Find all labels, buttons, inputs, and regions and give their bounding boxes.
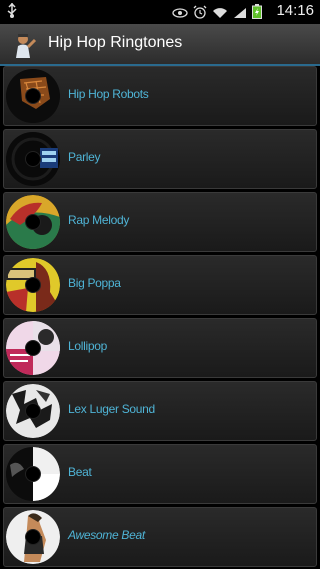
ringtone-label: Big Poppa <box>68 276 121 290</box>
battery-icon <box>252 4 262 23</box>
wifi-icon <box>212 4 228 23</box>
ringtone-item-lollipop[interactable]: Lollipop <box>3 318 317 378</box>
ringtone-label: Beat <box>68 465 92 479</box>
signal-icon <box>233 4 247 23</box>
album-art-icon <box>6 447 60 501</box>
album-art-icon <box>6 510 60 564</box>
album-art-icon <box>6 321 60 375</box>
action-bar: Hip Hop Ringtones <box>0 24 320 66</box>
ringtone-item-lex-luger-sound[interactable]: Lex Luger Sound <box>3 381 317 441</box>
ringtone-item-beat[interactable]: Beat <box>3 444 317 504</box>
ringtone-label: Rap Melody <box>68 213 130 227</box>
album-art-icon <box>6 132 60 186</box>
ringtone-item-awesome-beat[interactable]: Awesome Beat <box>3 507 317 567</box>
eye-icon <box>172 4 188 23</box>
ringtone-item-big-poppa[interactable]: Big Poppa <box>3 255 317 315</box>
ringtone-label: Hip Hop Robots <box>68 87 149 101</box>
album-art-icon <box>6 195 60 249</box>
ringtone-label: Lollipop <box>68 339 107 353</box>
usb-icon <box>7 2 17 23</box>
ringtone-label: Parley <box>68 150 101 164</box>
ringtone-list: Hip Hop Robots Parley Rap Melody Big Pop… <box>0 66 320 569</box>
alarm-icon <box>193 4 207 23</box>
album-art-icon <box>6 384 60 438</box>
status-bar: 14:16 <box>0 0 320 24</box>
ringtone-item-rap-melody[interactable]: Rap Melody <box>3 192 317 252</box>
ringtone-item-hip-hop-robots[interactable]: Hip Hop Robots <box>3 66 317 126</box>
clock: 14:16 <box>276 2 314 19</box>
album-art-icon <box>6 258 60 312</box>
ringtone-label: Awesome Beat <box>68 528 145 542</box>
album-art-icon <box>6 69 60 123</box>
page-title: Hip Hop Ringtones <box>48 34 183 51</box>
ringtone-label: Lex Luger Sound <box>68 402 155 416</box>
app-icon[interactable] <box>10 30 38 58</box>
ringtone-item-parley[interactable]: Parley <box>3 129 317 189</box>
